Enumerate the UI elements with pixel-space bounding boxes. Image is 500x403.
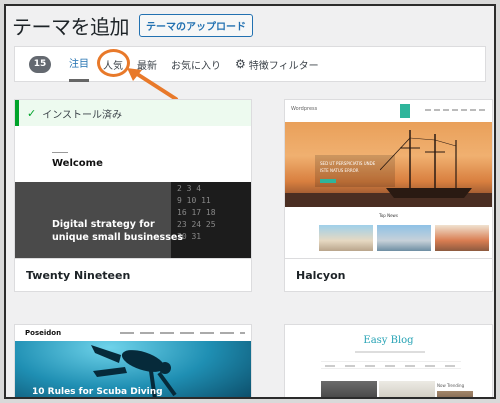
theme-screenshot: Wordpress SED UT PERSPICIATIS UNDE ISTE … <box>285 100 492 260</box>
screenshot-frame: テーマを追加 テーマのアップロード 15 注目 人気 最新 お気に入り ⚙ 特徴… <box>4 4 496 399</box>
page-title: テーマを追加 <box>12 14 130 39</box>
preview-tagline-1: Digital strategy for <box>52 219 155 230</box>
theme-screenshot: Welcome 2 3 4 9 10 11 16 17 18 23 24 25 … <box>15 126 251 260</box>
theme-card-poseidon[interactable]: Poseidon 10 Rules for Scuba Diving <box>14 324 252 397</box>
gear-icon: ⚙ <box>235 57 246 71</box>
feature-filter-button[interactable]: ⚙ 特徴フィルター <box>235 57 319 72</box>
theme-count-badge: 15 <box>29 55 51 73</box>
theme-name: Twenty Nineteen <box>15 258 251 291</box>
preview-heading: Welcome <box>52 158 103 169</box>
preview-site-name: Wordpress <box>291 106 318 112</box>
theme-card-halcyon[interactable]: Wordpress SED UT PERSPICIATIS UNDE ISTE … <box>284 99 493 292</box>
theme-card-twenty-nineteen[interactable]: ✓ インストール済み Welcome 2 3 4 9 10 11 16 17 1… <box>14 99 252 292</box>
preview-blog-title: Easy Blog <box>363 335 414 346</box>
page-header: テーマを追加 テーマのアップロード <box>12 12 253 39</box>
sunset-ship-image: SED UT PERSPICIATIS UNDE ISTE NATUS ERRO… <box>285 122 492 207</box>
preview-section-title: Top News <box>379 213 398 218</box>
filter-bar: 15 注目 人気 最新 お気に入り ⚙ 特徴フィルター <box>14 46 486 82</box>
feature-filter-label: 特徴フィルター <box>248 60 319 72</box>
upload-theme-button[interactable]: テーマのアップロード <box>139 13 253 37</box>
theme-card-easy-blog[interactable]: Easy Blog Now Trending <box>284 324 493 397</box>
hero-line-2: ISTE NATUS ERROR <box>320 168 359 173</box>
tab-featured[interactable]: 注目 <box>69 46 89 82</box>
hero-line-1: SED UT PERSPICIATIS UNDE <box>320 161 376 166</box>
preview-trending-label: Now Trending <box>437 383 465 388</box>
preview-logo: Poseidon <box>25 329 62 337</box>
preview-headline: 10 Rules for Scuba Diving <box>32 387 163 397</box>
underwater-diver-image: 10 Rules for Scuba Diving <box>15 341 251 397</box>
installed-label: インストール済み <box>42 109 123 121</box>
preview-tagline-2: unique small businesses <box>52 232 183 243</box>
checkmark-icon: ✓ <box>27 106 37 120</box>
preview-nav <box>321 361 461 369</box>
calendar-graphic: 2 3 4 9 10 11 16 17 18 23 24 25 30 31 <box>171 182 251 260</box>
installed-notice: ✓ インストール済み <box>15 100 251 126</box>
theme-name: Halcyon <box>285 258 492 291</box>
